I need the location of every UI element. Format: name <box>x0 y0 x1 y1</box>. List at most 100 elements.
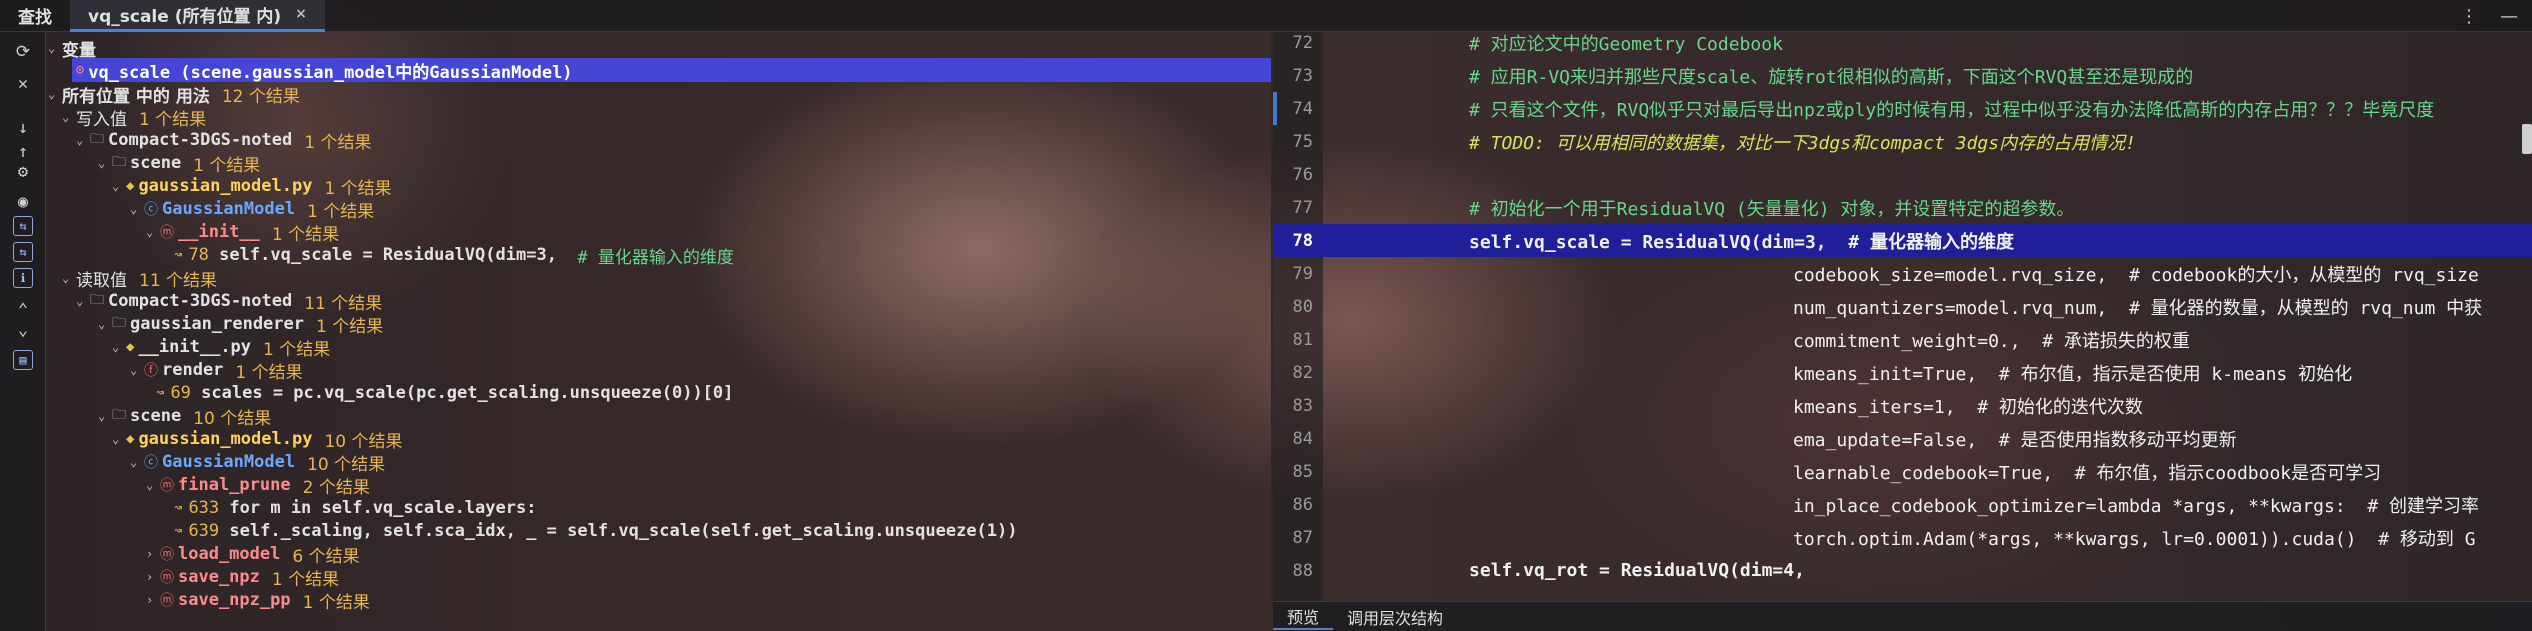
line-number: 72 <box>1292 32 1313 53</box>
close-icon[interactable]: × <box>295 6 307 22</box>
vertical-scrollbar-thumb[interactable] <box>2522 124 2532 154</box>
project-label: Compact-3DGS-noted <box>108 291 293 311</box>
method-icon: ⓜ <box>160 547 174 563</box>
group-by-type-icon[interactable]: ⇆ <box>13 216 33 236</box>
code-line-74[interactable]: 74 # 只看这个文件，RVQ似乎只对最后导出npz或ply的时候有用，过程中似… <box>1273 92 2532 125</box>
code-line-83[interactable]: 83 kmeans_iters=1, # 初始化的迭代次数 <box>1273 389 2532 422</box>
tab-label: vq_scale (所有位置 内) <box>88 6 282 27</box>
line-number: 84 <box>1292 428 1313 449</box>
minimize-icon[interactable]: — <box>2500 6 2518 27</box>
more-options-icon[interactable]: ⋮ <box>2460 6 2478 27</box>
class-count: 1 个结果 <box>307 201 375 222</box>
method-label: save_npz <box>178 567 260 587</box>
line-number: 88 <box>1292 560 1313 581</box>
group-by-file-icon[interactable]: ℹ <box>13 268 33 288</box>
tree-node-write[interactable]: ⌄ 写入值 1 个结果 <box>46 105 1271 130</box>
close-icon[interactable]: ✕ <box>11 72 35 96</box>
code-line-85[interactable]: 85 learnable_codebook=True, # 布尔值，指示cood… <box>1273 455 2532 488</box>
preview-icon[interactable]: ▤ <box>13 350 33 370</box>
method-count: 6 个结果 <box>292 546 360 567</box>
python-file-icon: ◆ <box>126 178 135 194</box>
tree-node-read-scene[interactable]: ⌄ 🗀 scene 10 个结果 <box>46 404 1271 429</box>
tree-node-selected-variable[interactable]: ⊙ vq_scale (scene.gaussian_model中的Gaussia… <box>46 58 1271 83</box>
tree-node-final-prune[interactable]: ⌄ ⓜ final_prune 2 个结果 <box>46 473 1271 498</box>
code-text: # 应用R-VQ来归并那些尺度scale、旋转rot很相似的高斯，下面这个RVQ… <box>1469 66 2194 88</box>
tree-node-write-file[interactable]: ⌄ ◆ gaussian_model.py 1 个结果 <box>46 174 1271 199</box>
gear-icon[interactable]: ⚙ <box>11 160 35 184</box>
code-preview-editor[interactable]: 72 # 对应论文中的Geometry Codebook 73 # 应用R-VQ… <box>1273 32 2532 601</box>
code-line-72[interactable]: 72 # 对应论文中的Geometry Codebook <box>1273 26 2532 59</box>
read-count: 11 个结果 <box>139 270 218 291</box>
tree-node-read-render[interactable]: ⌄ ⓕ render 1 个结果 <box>46 358 1271 383</box>
scene-label: scene <box>130 406 182 426</box>
line-number: 81 <box>1292 329 1313 350</box>
code-line-79[interactable]: 79 codebook_size=model.rvq_size, # codeb… <box>1273 257 2532 290</box>
code-text: self.vq_scale = ResidualVQ(dim=3, # 量化器输… <box>1469 231 2014 253</box>
function-count: 1 个结果 <box>235 362 303 383</box>
tree-node-read-project[interactable]: ⌄ 🗀 Compact-3DGS-noted 11 个结果 <box>46 289 1271 314</box>
code-line-87[interactable]: 87 torch.optim.Adam(*args, **kwargs, lr=… <box>1273 521 2532 554</box>
usage-line-639[interactable]: ↝ 639 self._scaling, self.sca_idx, _ = se… <box>46 519 1271 543</box>
tree-node-write-scene[interactable]: ⌄ 🗀 scene 1 个结果 <box>46 151 1271 176</box>
tree-node-load-model[interactable]: › ⓜ load_model 6 个结果 <box>46 542 1271 567</box>
tab-preview[interactable]: 预览 <box>1273 604 1334 630</box>
line-number: 639 <box>188 521 220 541</box>
usage-code: for m in self.vq_scale.layers: <box>229 498 537 518</box>
read-access-icon: ↝ <box>156 385 165 401</box>
usage-code: scales = pc.vq_scale(pc.get_scaling.unsq… <box>201 383 734 403</box>
file-count: 10 个结果 <box>324 431 403 452</box>
preview-tabs: 预览 调用层次结构 <box>1273 601 2532 631</box>
code-text: commitment_weight=0., # 承诺损失的权重 <box>1793 330 2190 352</box>
eye-icon[interactable]: ◉ <box>11 190 35 214</box>
code-line-84[interactable]: 84 ema_update=False, # 是否使用指数移动平均更新 <box>1273 422 2532 455</box>
tab-call-hierarchy[interactable]: 调用层次结构 <box>1333 605 1457 629</box>
write-label: 写入值 <box>76 109 127 130</box>
line-number: 76 <box>1292 164 1313 185</box>
group-by-module-icon[interactable]: ⇆ <box>13 242 33 262</box>
method-count: 2 个结果 <box>302 477 370 498</box>
code-text: learnable_codebook=True, # 布尔值，指示coodboo… <box>1793 462 2382 484</box>
code-line-86[interactable]: 86 in_place_codebook_optimizer=lambda *a… <box>1273 488 2532 521</box>
usage-line-69[interactable]: ↝ 69 scales = pc.vq_scale(pc.get_scaling.… <box>46 381 1271 405</box>
code-line-75[interactable]: 75 # TODO: 可以用相同的数据集，对比一下3dgs和compact 3d… <box>1273 125 2532 158</box>
tree-node-save-npz[interactable]: › ⓜ save_npz 1 个结果 <box>46 565 1271 590</box>
code-line-76[interactable]: 76 <box>1273 158 2532 191</box>
tree-node-read-class[interactable]: ⌄ ⓒ GaussianModel 10 个结果 <box>46 450 1271 475</box>
tree-node-read[interactable]: ⌄ 读取值 11 个结果 <box>46 266 1271 291</box>
tree-node-read-file[interactable]: ⌄ ◆ gaussian_model.py 10 个结果 <box>46 427 1271 452</box>
method-label: __init__ <box>178 222 260 242</box>
code-line-88[interactable]: 88 self.vq_rot = ResidualVQ(dim=4, <box>1273 554 2532 587</box>
code-line-82[interactable]: 82 kmeans_init=True, # 布尔值，指示是否使用 k-mean… <box>1273 356 2532 389</box>
refresh-icon[interactable]: ⟳ <box>11 40 35 64</box>
code-line-77[interactable]: 77 # 初始化一个用于ResidualVQ (矢量量化) 对象，并设置特定的超… <box>1273 191 2532 224</box>
tree-node-write-project[interactable]: ⌄ 🗀 Compact-3DGS-noted 1 个结果 <box>46 128 1271 153</box>
usage-line-78[interactable]: ↝ 78 self.vq_scale = ResidualVQ(dim=3, # … <box>46 243 1271 268</box>
tree-node-save-npz-pp[interactable]: › ⓜ save_npz_pp 1 个结果 <box>46 588 1271 613</box>
package-count: 1 个结果 <box>316 316 384 337</box>
code-line-80[interactable]: 80 num_quantizers=model.rvq_num, # 量化器的数… <box>1273 290 2532 323</box>
tree-node-write-class[interactable]: ⌄ ⓒ GaussianModel 1 个结果 <box>46 197 1271 222</box>
tab-vq-scale-search[interactable]: vq_scale (所有位置 内) × <box>70 0 325 32</box>
tree-node-variables[interactable]: ⌄ 变量 <box>46 36 1271 61</box>
code-text: ema_update=False, # 是否使用指数移动平均更新 <box>1793 429 2237 451</box>
usage-code: self._scaling, self.sca_idx, _ = self.vq… <box>229 521 1018 541</box>
code-line-73[interactable]: 73 # 应用R-VQ来归并那些尺度scale、旋转rot很相似的高斯，下面这个… <box>1273 59 2532 92</box>
class-label: GaussianModel <box>162 452 296 472</box>
read-access-icon: ↝ <box>174 523 183 539</box>
tree-node-read-init-file[interactable]: ⌄ ◆ __init__.py 1 个结果 <box>46 335 1271 360</box>
method-count: 1 个结果 <box>302 592 370 613</box>
tree-node-read-renderer[interactable]: ⌄ 🗀 gaussian_renderer 1 个结果 <box>46 312 1271 337</box>
code-line-81[interactable]: 81 commitment_weight=0., # 承诺损失的权重 <box>1273 323 2532 356</box>
line-number: 79 <box>1292 263 1313 284</box>
class-icon: ⓒ <box>144 455 158 471</box>
folder-icon: 🗀 <box>90 292 104 308</box>
function-label: render <box>162 360 224 380</box>
file-label: __init__.py <box>138 337 252 357</box>
collapse-all-icon[interactable]: ⌄ <box>11 318 35 342</box>
method-icon: ⓜ <box>160 225 174 241</box>
down-arrow-icon[interactable]: ↓ <box>11 116 35 140</box>
tree-node-usages[interactable]: ⌄ 所有位置 中的 用法 12 个结果 <box>46 82 1271 107</box>
tree-node-write-method[interactable]: ⌄ ⓜ __init__ 1 个结果 <box>46 220 1271 245</box>
code-line-78-current[interactable]: 78 self.vq_scale = ResidualVQ(dim=3, # 量… <box>1273 224 2532 257</box>
usage-line-633[interactable]: ↝ 633 for m in self.vq_scale.layers: <box>46 496 1271 520</box>
